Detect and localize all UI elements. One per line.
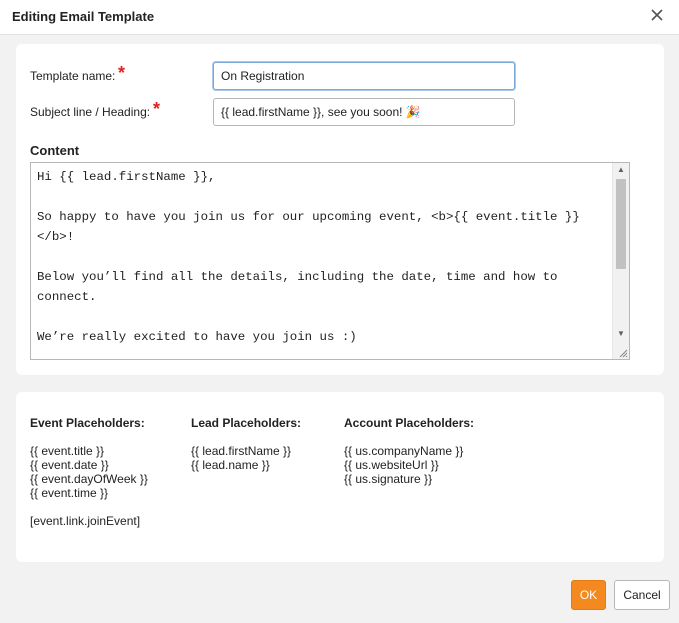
resize-grip-icon[interactable] xyxy=(618,348,628,358)
ok-button[interactable]: OK xyxy=(571,580,606,610)
placeholder-item: {{ us.websiteUrl }} xyxy=(344,458,439,472)
lead-placeholders-heading: Lead Placeholders: xyxy=(191,416,302,430)
placeholder-item: {{ event.title }} xyxy=(30,444,105,458)
template-name-label: Template name: xyxy=(30,69,116,83)
template-name-input[interactable] xyxy=(213,62,515,90)
content-text[interactable]: Hi {{ lead.firstName }}, So happy to hav… xyxy=(37,167,607,347)
event-placeholders-heading: Event Placeholders: xyxy=(30,416,145,430)
required-indicator: * xyxy=(118,63,126,83)
scrollbar-thumb[interactable] xyxy=(616,179,626,269)
event-link-placeholder: [event.link.joinEvent] xyxy=(30,514,141,528)
content-label: Content xyxy=(30,143,80,158)
subject-label: Subject line / Heading: xyxy=(30,105,151,119)
placeholder-item: {{ us.companyName }} xyxy=(344,444,464,458)
subject-input[interactable] xyxy=(213,98,515,126)
placeholder-item: {{ lead.firstName }} xyxy=(191,444,292,458)
event-link-placeholder-wrap: [event.link.joinEvent] xyxy=(30,514,140,528)
placeholder-item: {{ event.dayOfWeek }} xyxy=(30,472,148,486)
placeholder-item: {{ us.signature }} xyxy=(344,472,433,486)
event-placeholders-list: {{ event.title }} {{ event.date }} {{ ev… xyxy=(30,444,148,500)
lead-placeholders-list: {{ lead.firstName }} {{ lead.name }} xyxy=(191,444,291,472)
placeholder-item: {{ lead.name }} xyxy=(191,458,270,472)
required-indicator: * xyxy=(153,99,161,119)
chevron-up-icon[interactable]: ▲ xyxy=(613,163,629,177)
placeholder-item: {{ event.time }} xyxy=(30,486,109,500)
account-placeholders-list: {{ us.companyName }} {{ us.websiteUrl }}… xyxy=(344,444,463,486)
content-scrollbar[interactable]: ▲ ▼ xyxy=(612,163,629,359)
account-placeholders-heading: Account Placeholders: xyxy=(344,416,475,430)
cancel-button[interactable]: Cancel xyxy=(614,580,670,610)
close-icon[interactable] xyxy=(649,7,665,23)
dialog-titlebar: Editing Email Template xyxy=(0,0,679,35)
edit-email-template-dialog: Editing Email Template Template name: * … xyxy=(0,0,679,623)
placeholder-item: {{ event.date }} xyxy=(30,458,109,472)
chevron-down-icon[interactable]: ▼ xyxy=(613,327,629,341)
content-textarea[interactable]: Hi {{ lead.firstName }}, So happy to hav… xyxy=(30,162,630,360)
dialog-title: Editing Email Template xyxy=(12,9,155,24)
